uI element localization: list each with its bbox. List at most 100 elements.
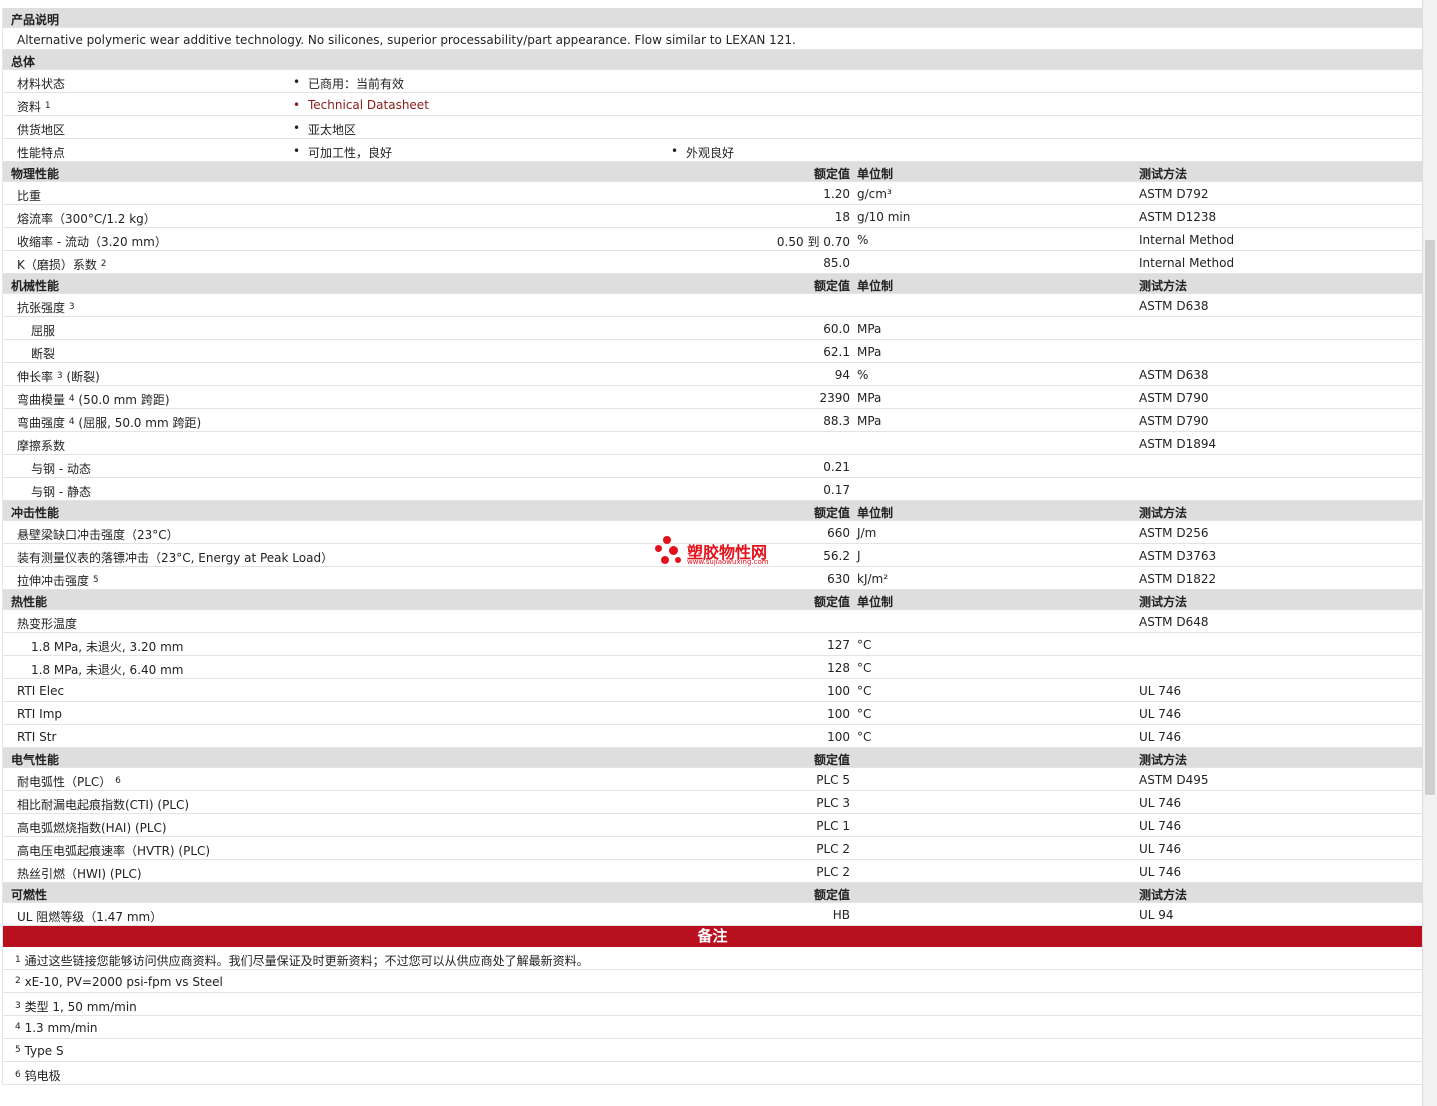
property-row: UL 阻燃等级（1.47 mm） HB UL 94 <box>3 903 1422 926</box>
footnote-ref: 3 <box>56 371 63 381</box>
property-unit: °C <box>857 661 872 675</box>
property-value: 127 <box>827 638 850 652</box>
property-label: 装有测量仪表的落镖冲击（23°C, Energy at Peak Load） <box>17 549 333 566</box>
header-value: 额定值 <box>813 279 850 293</box>
note-row: 4 1.3 mm/min <box>3 1016 1422 1039</box>
label-text: 1.8 MPa, 未退火, 6.40 mm <box>31 663 184 677</box>
section-header: 物理性能 额定值 单位制 测试方法 <box>3 162 1422 182</box>
datasheet-link[interactable]: Technical Datasheet <box>293 98 429 112</box>
property-value: PLC 2 <box>816 865 850 879</box>
property-label: RTI Str <box>17 730 56 744</box>
note-number: 4 <box>15 1022 21 1032</box>
property-label: 熔流率（300°C/1.2 kg） <box>17 210 156 227</box>
header-method: 测试方法 <box>1139 506 1188 520</box>
test-method: UL 746 <box>1139 796 1182 810</box>
property-row: 屈服 60.0 MPa <box>3 317 1422 340</box>
property-label: 1.8 MPa, 未退火, 3.20 mm <box>31 638 183 655</box>
test-method: UL 746 <box>1139 707 1182 721</box>
section-title: 产品说明 <box>11 13 60 27</box>
test-method: Internal Method <box>1139 233 1235 247</box>
label-text: 热丝引燃（HWI) (PLC) <box>17 867 142 881</box>
test-method: ASTM D790 <box>1139 391 1209 405</box>
property-unit: J/m <box>857 526 877 540</box>
test-method: ASTM D648 <box>1139 615 1209 629</box>
property-label: 断裂 <box>31 345 55 362</box>
property-row: RTI Imp 100 °C UL 746 <box>3 702 1422 725</box>
property-value: 1.20 <box>823 187 850 201</box>
test-method: ASTM D792 <box>1139 187 1209 201</box>
label-text: 收缩率 - 流动（3.20 mm） <box>17 235 167 249</box>
property-value: 0.17 <box>823 483 850 497</box>
note-text: 类型 1, 50 mm/min <box>24 1000 137 1014</box>
property-label: 悬壁梁缺口冲击强度（23°C） <box>17 526 179 543</box>
label-text: 弯曲模量 <box>17 393 66 407</box>
property-label: 热变形温度 <box>17 615 77 632</box>
test-method: ASTM D638 <box>1139 299 1209 313</box>
note-row: 1 通过这些链接您能够访问供应商资料。我们尽量保证及时更新资料；不过您可以从供应… <box>3 947 1422 970</box>
property-value: 2390 <box>819 391 850 405</box>
header-method: 测试方法 <box>1139 279 1188 293</box>
description-row: Alternative polymeric wear additive tech… <box>3 28 1422 50</box>
property-row: 摩擦系数 ASTM D1894 <box>3 432 1422 455</box>
property-row: 收缩率 - 流动（3.20 mm） 0.50 到 0.70% Internal Me… <box>3 228 1422 251</box>
footnote-ref: 1 <box>44 101 51 111</box>
note-row: 5 Type S <box>3 1039 1422 1062</box>
label-suffix: (屈服, 50.0 mm 跨距) <box>78 416 202 430</box>
test-method: UL 746 <box>1139 842 1182 856</box>
label-text: 材料状态 <box>17 77 66 91</box>
test-method: ASTM D638 <box>1139 368 1209 382</box>
label-text: 热变形温度 <box>17 617 78 631</box>
property-label: 相比耐漏电起痕指数(CTI) (PLC) <box>17 796 189 813</box>
property-unit: MPa <box>857 391 882 405</box>
property-label: K（磨损）系数 2 <box>17 256 106 273</box>
label-text: 装有测量仪表的落镖冲击（23°C, Energy at Peak Load） <box>17 551 334 565</box>
label-suffix: (50.0 mm 跨距) <box>78 393 170 407</box>
property-unit: MPa <box>857 322 882 336</box>
property-unit: g/10 min <box>857 210 911 224</box>
label-text: RTI Elec <box>17 684 65 698</box>
property-label: 比重 <box>17 187 41 204</box>
test-method: UL 746 <box>1139 819 1182 833</box>
property-label: 高电弧燃烧指数(HAI) (PLC) <box>17 819 167 836</box>
note-number: 5 <box>15 1045 21 1055</box>
property-row: K（磨损）系数 2 85.0 Internal Method <box>3 251 1422 274</box>
property-unit: °C <box>857 707 872 721</box>
row-label: 材料状态 <box>17 75 65 92</box>
note: 5 Type S <box>15 1044 64 1058</box>
label-text: 比重 <box>17 189 42 203</box>
note-text: xE-10, PV=2000 psi-fpm vs Steel <box>24 975 223 989</box>
watermark-logo: 塑胶物性网 www.sujiaowuxing.com <box>655 535 795 571</box>
property-row: 热丝引燃（HWI) (PLC) PLC 2 UL 746 <box>3 860 1422 883</box>
general-item: 已商用：当前有效 <box>293 75 404 92</box>
property-row: 弯曲强度 4 (屈服, 50.0 mm 跨距) 88.3 MPa ASTM D790 <box>3 409 1422 432</box>
property-row: 弯曲模量 4 (50.0 mm 跨距) 2390 MPa ASTM D790 <box>3 386 1422 409</box>
property-row: 1.8 MPa, 未退火, 3.20 mm 127 °C <box>3 633 1422 656</box>
footnote-ref: 4 <box>68 417 75 427</box>
property-label: UL 阻燃等级（1.47 mm） <box>17 908 162 925</box>
section-header: 热性能 额定值 单位制 测试方法 <box>3 590 1422 610</box>
property-value: 128 <box>827 661 850 675</box>
note-number: 1 <box>15 955 21 965</box>
property-row: 伸长率 3 (断裂) 94% ASTM D638 <box>3 363 1422 386</box>
property-value: 56.2 <box>823 549 850 563</box>
label-text: UL 阻燃等级（1.47 mm） <box>17 910 163 924</box>
label-suffix: (断裂) <box>66 370 100 384</box>
general-row: 供货地区 亚太地区 <box>3 116 1422 139</box>
header-unit: 单位制 <box>857 279 894 293</box>
vertical-scrollbar[interactable] <box>1422 0 1437 1106</box>
property-row: 高电压电弧起痕速率（HVTR) (PLC) PLC 2 UL 746 <box>3 837 1422 860</box>
property-label: 热丝引燃（HWI) (PLC) <box>17 865 142 882</box>
property-value: PLC 1 <box>816 819 850 833</box>
header-value: 额定值 <box>813 888 850 902</box>
property-label: 抗张强度 3 <box>17 299 75 316</box>
property-row: 1.8 MPa, 未退火, 6.40 mm 128 °C <box>3 656 1422 679</box>
row-label: 资料 1 <box>17 98 51 115</box>
section-header-general: 总体 <box>3 50 1422 70</box>
property-label: 伸长率 3 (断裂) <box>17 368 100 385</box>
property-row: RTI Elec 100 °C UL 746 <box>3 679 1422 702</box>
property-row: RTI Str 100 °C UL 746 <box>3 725 1422 748</box>
label-text: 供货地区 <box>17 123 66 137</box>
note-number: 3 <box>15 1001 21 1011</box>
header-value: 额定值 <box>813 167 850 181</box>
scrollbar-thumb[interactable] <box>1425 240 1435 795</box>
